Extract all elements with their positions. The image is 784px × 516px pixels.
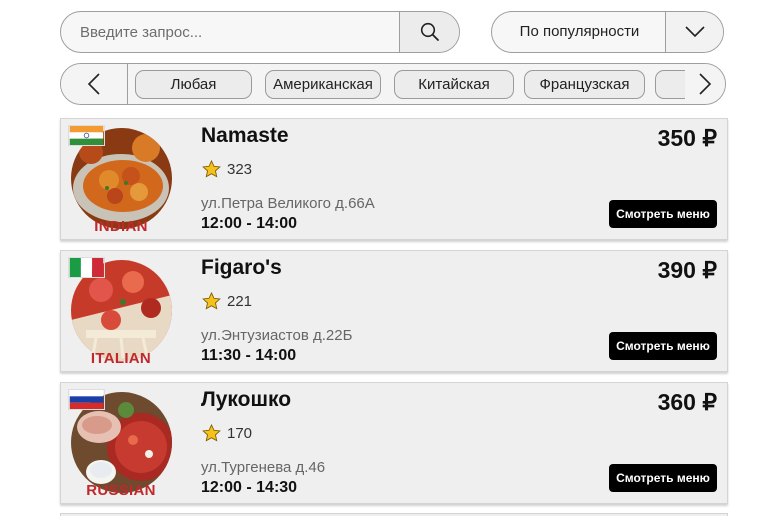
cuisine-label: INDIAN [94, 218, 148, 235]
category-carousel: Любая Американская Китайская Французская [60, 63, 726, 105]
view-menu-button[interactable]: Смотреть меню [609, 332, 717, 360]
search-input[interactable] [61, 12, 400, 52]
rating: 170 [202, 424, 252, 442]
price: 360 ₽ [657, 389, 717, 415]
chevron-right-icon [699, 73, 712, 95]
rating-value: 221 [227, 292, 253, 310]
category-chip-list: Любая Американская Китайская Французская [129, 64, 685, 104]
sort-select[interactable]: По популярности [491, 11, 724, 53]
price: 390 ₽ [657, 257, 717, 283]
sort-value: По популярности [519, 23, 640, 40]
restaurant-name[interactable]: Namaste [201, 124, 289, 148]
category-chip-french[interactable]: Французская [524, 70, 645, 99]
view-menu-button[interactable]: Смотреть меню [609, 200, 717, 228]
chevron-down-icon [684, 26, 705, 38]
russia-flag-icon [68, 389, 105, 410]
restaurant-card[interactable]: INDIAN Namaste 323 ул.Петра Великого д.6… [60, 118, 728, 240]
restaurant-address: ул.Тургенева д.46 [201, 459, 326, 476]
opening-hours: 12:00 - 14:00 [201, 215, 298, 232]
search-box [60, 11, 460, 53]
category-chip-any[interactable]: Любая [135, 70, 252, 99]
cuisine-label: ITALIAN [90, 350, 152, 367]
star-icon [202, 160, 221, 178]
view-menu-button[interactable]: Смотреть меню [609, 464, 717, 492]
category-chip-partial[interactable] [655, 70, 685, 99]
restaurant-address: ул.Петра Великого д.66А [201, 195, 375, 212]
rating: 323 [202, 160, 252, 178]
restaurant-card[interactable]: ITALIAN Figaro's 221 ул.Энтузиастов д.22… [60, 250, 728, 372]
rating-value: 170 [227, 424, 253, 442]
restaurant-name[interactable]: Figaro's [201, 256, 282, 280]
price: 350 ₽ [657, 125, 717, 151]
star-icon [202, 424, 221, 442]
search-button[interactable] [399, 12, 459, 52]
chevron-left-icon [87, 73, 100, 95]
italy-flag-icon [68, 257, 105, 278]
cuisine-label: RUSSIAN [86, 482, 156, 499]
opening-hours: 12:00 - 14:30 [201, 479, 298, 496]
sort-dropdown-button[interactable] [665, 12, 723, 52]
category-prev-button[interactable] [61, 64, 128, 104]
search-icon [420, 22, 439, 41]
rating-value: 323 [227, 160, 253, 178]
star-icon [202, 292, 221, 310]
restaurant-card[interactable]: RUSSIAN Лукошко 170 ул.Тургенева д.46 12… [60, 382, 728, 504]
india-flag-icon [68, 125, 105, 146]
restaurant-name[interactable]: Лукошко [201, 388, 291, 412]
category-next-button[interactable] [685, 64, 725, 104]
opening-hours: 11:30 - 14:00 [201, 347, 297, 364]
category-chip-chinese[interactable]: Китайская [394, 70, 514, 99]
restaurant-address: ул.Энтузиастов д.22Б [201, 327, 353, 344]
category-chip-american[interactable]: Американская [265, 70, 381, 99]
rating: 221 [202, 292, 252, 310]
